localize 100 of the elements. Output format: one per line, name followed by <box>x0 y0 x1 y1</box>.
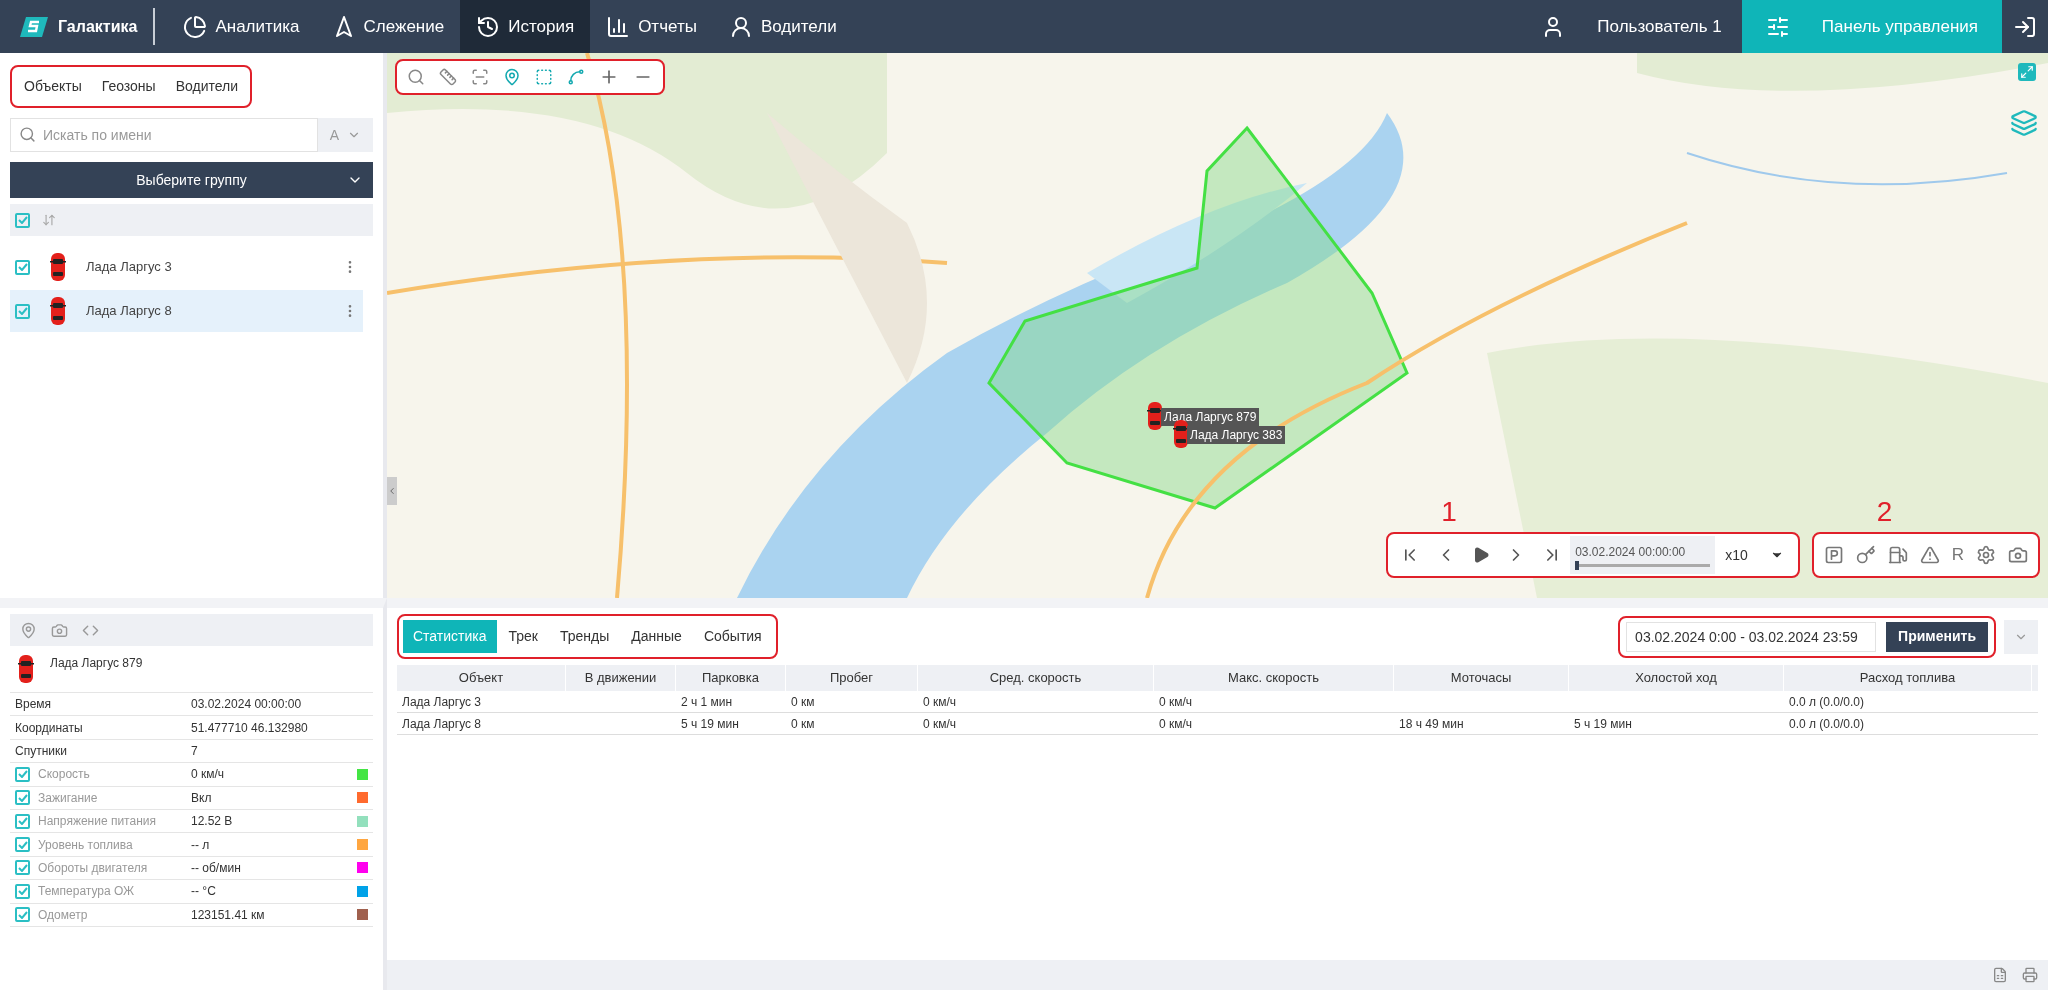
nav-tab[interactable]: Водители <box>712 0 853 53</box>
table-cell-text: 18 ч 49 мин <box>1399 715 1464 733</box>
nav-tab[interactable]: Отчеты <box>590 0 713 53</box>
vehicle-marker-icon <box>1147 401 1163 431</box>
spreadsheet-icon[interactable] <box>1992 967 2008 983</box>
info-value: 0 км/ч <box>191 766 226 784</box>
car-icon <box>50 252 66 282</box>
table-cell-text: Лада Ларгус 3 <box>402 693 482 711</box>
column-header[interactable]: Макс. скорость <box>1154 665 1394 691</box>
chevron-left-icon <box>387 486 397 496</box>
camera-icon[interactable] <box>51 621 68 639</box>
info-value: 123151.41 км <box>191 906 266 924</box>
camera-icon[interactable] <box>2008 545 2028 565</box>
collapse-handle[interactable] <box>387 477 397 505</box>
spline-icon[interactable] <box>567 68 585 86</box>
info-value: -- л <box>191 836 211 854</box>
fuel-icon[interactable] <box>1887 545 1908 565</box>
object-name: Лада Ларгус 8 <box>86 302 173 321</box>
sidebar-tab[interactable]: Геозоны <box>101 76 156 97</box>
checkbox[interactable] <box>15 860 30 876</box>
column-header[interactable]: Парковка <box>676 665 786 691</box>
user-link[interactable]: Пользователь 1 <box>1521 0 1742 53</box>
sort-icon[interactable] <box>42 213 56 227</box>
timeline-thumb[interactable] <box>1575 561 1580 570</box>
car-icon <box>50 296 66 326</box>
sliders-icon <box>1765 14 1790 39</box>
table-cell-text: 2 ч 1 мин <box>681 693 733 711</box>
letter-button[interactable]: R <box>1951 542 1964 568</box>
annotation-number: 2 <box>1876 498 1893 526</box>
square-icon[interactable] <box>535 68 553 86</box>
info-value: 03.02.2024 00:00:00 <box>191 696 303 714</box>
scan-icon[interactable] <box>471 68 489 86</box>
checkbox[interactable] <box>15 766 30 782</box>
settings-icon[interactable] <box>1976 545 1996 565</box>
table-cell-text: 0 км/ч <box>1159 715 1193 733</box>
speed-dropdown[interactable]: x10 <box>1717 544 1792 566</box>
map-pin-icon[interactable] <box>20 621 37 639</box>
checkbox[interactable] <box>15 212 30 228</box>
stats-tab[interactable]: События <box>693 620 772 653</box>
object-row[interactable]: Лада Ларгус 8 <box>10 290 363 332</box>
info-value: Вкл <box>191 789 213 807</box>
column-header[interactable]: Расход топлива <box>1784 665 2032 691</box>
info-label: Скорость <box>38 766 90 784</box>
logout-icon <box>2013 14 2037 39</box>
apply-button[interactable]: Применить <box>1886 621 1988 652</box>
sidebar-tab[interactable]: Объекты <box>24 76 82 97</box>
parking-icon[interactable] <box>1823 545 1844 565</box>
search-field[interactable]: Искать по имени <box>10 118 318 152</box>
checkbox[interactable] <box>15 259 30 275</box>
sidebar-tab[interactable]: Водители <box>175 76 239 97</box>
nav-icon <box>183 14 208 39</box>
info-label: Спутники <box>15 742 67 760</box>
layers-icon[interactable] <box>2010 109 2038 137</box>
ruler-icon[interactable] <box>439 68 457 86</box>
table-cell-text: 0 км/ч <box>1159 693 1193 711</box>
logo-icon <box>20 14 50 39</box>
checkbox[interactable] <box>15 813 30 829</box>
warning-icon[interactable] <box>1919 545 1940 565</box>
nav-tab[interactable]: Аналитика <box>167 0 316 53</box>
object-row[interactable]: Лада Ларгус 3 <box>10 246 363 288</box>
search-icon <box>19 126 36 143</box>
nav-tab[interactable]: Слежение <box>315 0 461 53</box>
group-select[interactable]: Выберите группу <box>10 162 373 198</box>
date-range-field[interactable]: 03.02.2024 0:00 - 03.02.2024 23:59 <box>1626 621 1877 652</box>
print-icon[interactable] <box>2022 967 2038 983</box>
nav-tab[interactable]: История <box>460 0 591 53</box>
checkbox[interactable] <box>15 303 30 319</box>
column-header[interactable]: Пробег <box>786 665 918 691</box>
info-label: Уровень топлива <box>38 836 133 854</box>
checkbox[interactable] <box>15 790 30 806</box>
object-name: Лада Ларгус 3 <box>86 258 173 277</box>
table-cell-text: Лада Ларгус 8 <box>402 715 482 733</box>
table-cell-text: 0 км <box>791 693 815 711</box>
checkbox[interactable] <box>15 883 30 899</box>
stats-tab[interactable]: Данные <box>621 620 692 653</box>
annotation-number: 1 <box>1441 498 1457 526</box>
fullscreen-icon[interactable] <box>2018 63 2036 81</box>
info-label: Зажигание <box>38 789 98 807</box>
info-label: Обороты двигателя <box>38 859 148 877</box>
map-pin-icon[interactable] <box>503 68 521 86</box>
nav-icon <box>606 14 631 39</box>
car-icon <box>18 654 34 684</box>
column-header[interactable]: Объект <box>397 665 566 691</box>
info-label: Одометр <box>38 906 88 924</box>
column-header[interactable]: Холостой ход <box>1569 665 1784 691</box>
table-cell-text: 5 ч 19 мин <box>1574 715 1632 733</box>
key-icon[interactable] <box>1855 545 1876 565</box>
play-icon[interactable] <box>1472 546 1491 564</box>
info-value: -- °C <box>191 883 217 901</box>
table-cell-text: 0 км/ч <box>923 715 957 733</box>
column-header[interactable]: Моточасы <box>1394 665 1569 691</box>
checkbox[interactable] <box>15 837 30 853</box>
column-header[interactable]: Сред. скорость <box>918 665 1154 691</box>
info-value: 7 <box>191 742 199 760</box>
playback-time: 03.02.2024 00:00:00 <box>1575 544 1687 561</box>
checkbox[interactable] <box>15 907 30 923</box>
stats-tab[interactable]: Тренды <box>550 620 620 653</box>
column-header[interactable]: В движении <box>566 665 676 691</box>
stats-tab[interactable]: Трек <box>498 620 548 653</box>
search-icon[interactable] <box>407 68 425 86</box>
